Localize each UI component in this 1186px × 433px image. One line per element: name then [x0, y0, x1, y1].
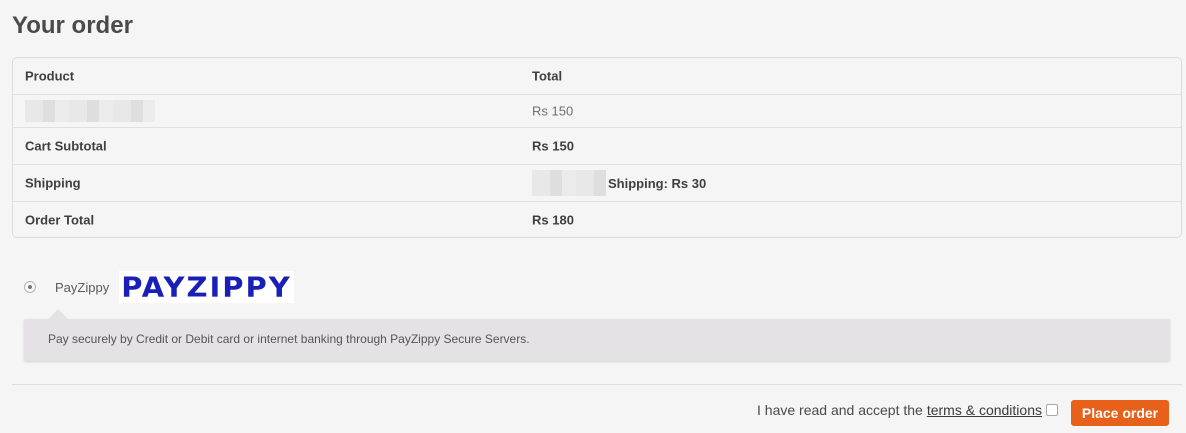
table-row: Rs 150 — [13, 95, 1181, 128]
divider — [12, 384, 1182, 385]
shipping-row: Shipping Shipping: Rs 30 — [13, 165, 1181, 202]
table-header-row: Product Total — [13, 58, 1181, 95]
place-order-button[interactable]: Place order — [1071, 400, 1169, 426]
item-total: Rs 150 — [532, 103, 574, 119]
accept-text: I have read and accept the — [757, 402, 923, 418]
shipping-label: Shipping — [25, 175, 81, 191]
payment-description: Pay securely by Credit or Debit card or … — [48, 332, 530, 346]
subtotal-value: Rs 150 — [532, 138, 574, 154]
order-total-value: Rs 180 — [532, 212, 574, 228]
order-total-label: Order Total — [25, 212, 95, 228]
payzippy-logo: PAYZIPPY — [119, 270, 294, 304]
terms-link[interactable]: terms & conditions — [927, 402, 1042, 418]
subtotal-label: Cart Subtotal — [25, 138, 107, 154]
shipping-value: Shipping: Rs 30 — [608, 175, 707, 191]
callout-arrow — [48, 309, 68, 319]
column-header-total: Total — [532, 68, 563, 84]
order-table: Product Total Rs 150 Cart Subtotal Rs 15… — [12, 57, 1182, 238]
payment-method-label[interactable]: PayZippy — [55, 280, 109, 295]
payment-method-option[interactable]: PayZippy PAYZIPPY — [24, 270, 294, 304]
product-name-redacted — [25, 100, 155, 122]
terms-acceptance: I have read and accept the terms & condi… — [757, 402, 1058, 418]
order-total-row: Order Total Rs 180 — [13, 202, 1181, 238]
payment-radio[interactable] — [24, 281, 36, 293]
payment-description-box: Pay securely by Credit or Debit card or … — [24, 309, 1170, 361]
terms-checkbox[interactable] — [1046, 404, 1058, 416]
subtotal-row: Cart Subtotal Rs 150 — [13, 128, 1181, 165]
shipping-cell: Shipping: Rs 30 — [532, 170, 706, 196]
page-title: Your order — [12, 12, 133, 39]
column-header-product: Product — [25, 68, 75, 84]
shipping-radio-redacted[interactable] — [532, 170, 606, 196]
